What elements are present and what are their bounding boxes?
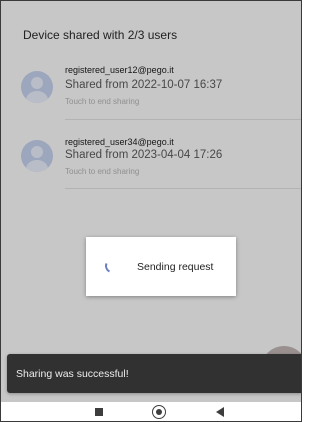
back-button[interactable] — [212, 404, 228, 420]
share-screen: Device shared with 2/3 users registered_… — [0, 0, 302, 422]
recents-button[interactable] — [91, 404, 107, 420]
dialog-message: Sending request — [137, 261, 214, 273]
snackbar-message: Sharing was successful! — [16, 368, 129, 380]
modal-scrim — [0, 0, 302, 402]
home-button[interactable] — [151, 404, 167, 420]
loading-spinner-icon — [103, 257, 121, 275]
system-navigation-bar — [0, 402, 302, 422]
recents-square-icon — [95, 408, 103, 416]
progress-dialog: Sending request — [86, 237, 236, 296]
snackbar: Sharing was successful! — [7, 354, 302, 393]
back-triangle-icon — [216, 407, 224, 417]
